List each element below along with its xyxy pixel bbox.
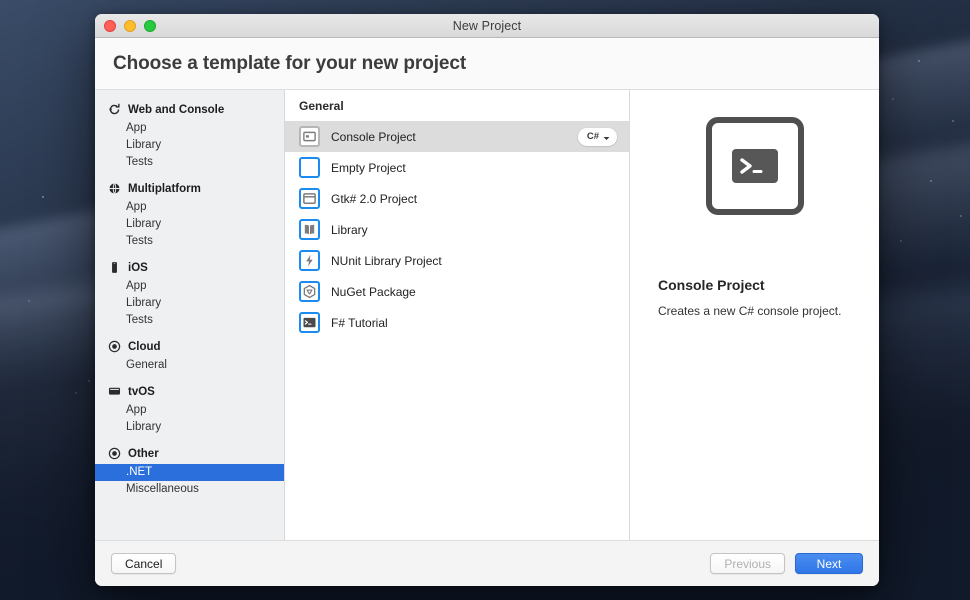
sidebar-category-web-and-console[interactable]: Web and Console xyxy=(95,99,284,120)
window-titlebar: New Project xyxy=(95,14,879,38)
sidebar-item-library[interactable]: Library xyxy=(95,295,284,312)
language-value: C# xyxy=(586,131,599,142)
tv-icon xyxy=(107,385,121,399)
dialog-footer: Cancel Previous Next xyxy=(95,540,879,586)
console-window-icon xyxy=(299,126,320,147)
desktop-background: New Project Choose a template for your n… xyxy=(0,0,970,600)
sidebar-item-app[interactable]: App xyxy=(95,278,284,295)
sidebar-item-app[interactable]: App xyxy=(95,199,284,216)
template-label: NuGet Package xyxy=(331,284,416,299)
sidebar-item-tests[interactable]: Tests xyxy=(95,154,284,171)
console-terminal-art xyxy=(705,116,805,221)
template-label: F# Tutorial xyxy=(331,315,388,330)
web-console-icon xyxy=(107,103,121,117)
page-title: Choose a template for your new project xyxy=(113,52,467,74)
template-label: Empty Project xyxy=(331,160,406,175)
sidebar-item-net[interactable]: .NET xyxy=(95,464,284,481)
hexagon-icon xyxy=(299,281,320,302)
multiplatform-icon xyxy=(107,182,121,196)
template-row[interactable]: F# Tutorial xyxy=(285,307,629,338)
sidebar-item-library[interactable]: Library xyxy=(95,419,284,436)
sidebar-item-app[interactable]: App xyxy=(95,120,284,137)
sidebar-category-label: iOS xyxy=(128,261,148,274)
template-label: Gtk# 2.0 Project xyxy=(331,191,418,206)
preview-text-block: Console Project Creates a new C# console… xyxy=(652,277,857,318)
template-row[interactable]: Empty Project xyxy=(285,152,629,183)
template-preview-panel: Console Project Creates a new C# console… xyxy=(630,90,879,540)
next-button[interactable]: Next xyxy=(795,553,863,574)
sidebar-category-label: tvOS xyxy=(128,385,155,398)
sidebar-category-label: Multiplatform xyxy=(128,182,201,195)
other-icon xyxy=(107,447,121,461)
template-label: Console Project xyxy=(331,129,416,144)
bolt-icon xyxy=(299,250,320,271)
template-row[interactable]: Library xyxy=(285,214,629,245)
sidebar-category-cloud[interactable]: Cloud xyxy=(95,336,284,357)
sidebar-item-general[interactable]: General xyxy=(95,357,284,374)
new-project-window: New Project Choose a template for your n… xyxy=(95,14,879,586)
sidebar-category-label: Other xyxy=(128,447,159,460)
cloud-icon xyxy=(107,340,121,354)
book-icon xyxy=(299,219,320,240)
dialog-header: Choose a template for your new project xyxy=(95,38,879,90)
sidebar-item-library[interactable]: Library xyxy=(95,216,284,233)
preview-title: Console Project xyxy=(658,277,765,293)
category-sidebar[interactable]: Web and Console App Library Tests Multiplatf… xyxy=(95,90,285,540)
sidebar-category-label: Web and Console xyxy=(128,103,225,116)
window-frame-icon xyxy=(299,188,320,209)
cancel-button[interactable]: Cancel xyxy=(111,553,177,574)
sidebar-item-tests[interactable]: Tests xyxy=(95,233,284,250)
sidebar-item-tests[interactable]: Tests xyxy=(95,312,284,329)
template-list[interactable]: General Console Project C# Empty Project Gt… xyxy=(285,90,630,540)
sidebar-category-other[interactable]: Other xyxy=(95,443,284,464)
preview-description: Creates a new C# console project. xyxy=(658,304,842,318)
previous-button[interactable]: Previous xyxy=(710,553,785,574)
template-row[interactable]: NUnit Library Project xyxy=(285,245,629,276)
template-row[interactable]: Gtk# 2.0 Project xyxy=(285,183,629,214)
dialog-body: Web and Console App Library Tests Multiplatf… xyxy=(95,90,879,540)
terminal-dark-icon xyxy=(299,312,320,333)
empty-square-icon xyxy=(299,157,320,178)
footer-actions: Previous Next xyxy=(710,553,863,574)
chevron-down-icon xyxy=(603,128,610,146)
ios-device-icon xyxy=(107,261,121,275)
sidebar-category-multiplatform[interactable]: Multiplatform xyxy=(95,178,284,199)
template-label: NUnit Library Project xyxy=(331,253,442,268)
sidebar-category-ios[interactable]: iOS xyxy=(95,257,284,278)
template-row[interactable]: Console Project C# xyxy=(285,121,629,152)
template-row[interactable]: NuGet Package xyxy=(285,276,629,307)
sidebar-item-app[interactable]: App xyxy=(95,402,284,419)
sidebar-item-miscellaneous[interactable]: Miscellaneous xyxy=(95,481,284,498)
sidebar-item-library[interactable]: Library xyxy=(95,137,284,154)
sidebar-category-label: Cloud xyxy=(128,340,161,353)
language-dropdown[interactable]: C# xyxy=(577,127,617,146)
template-group-header: General xyxy=(299,99,344,113)
sidebar-category-tvos[interactable]: tvOS xyxy=(95,381,284,402)
template-label: Library xyxy=(331,222,368,237)
window-title: New Project xyxy=(452,18,522,33)
